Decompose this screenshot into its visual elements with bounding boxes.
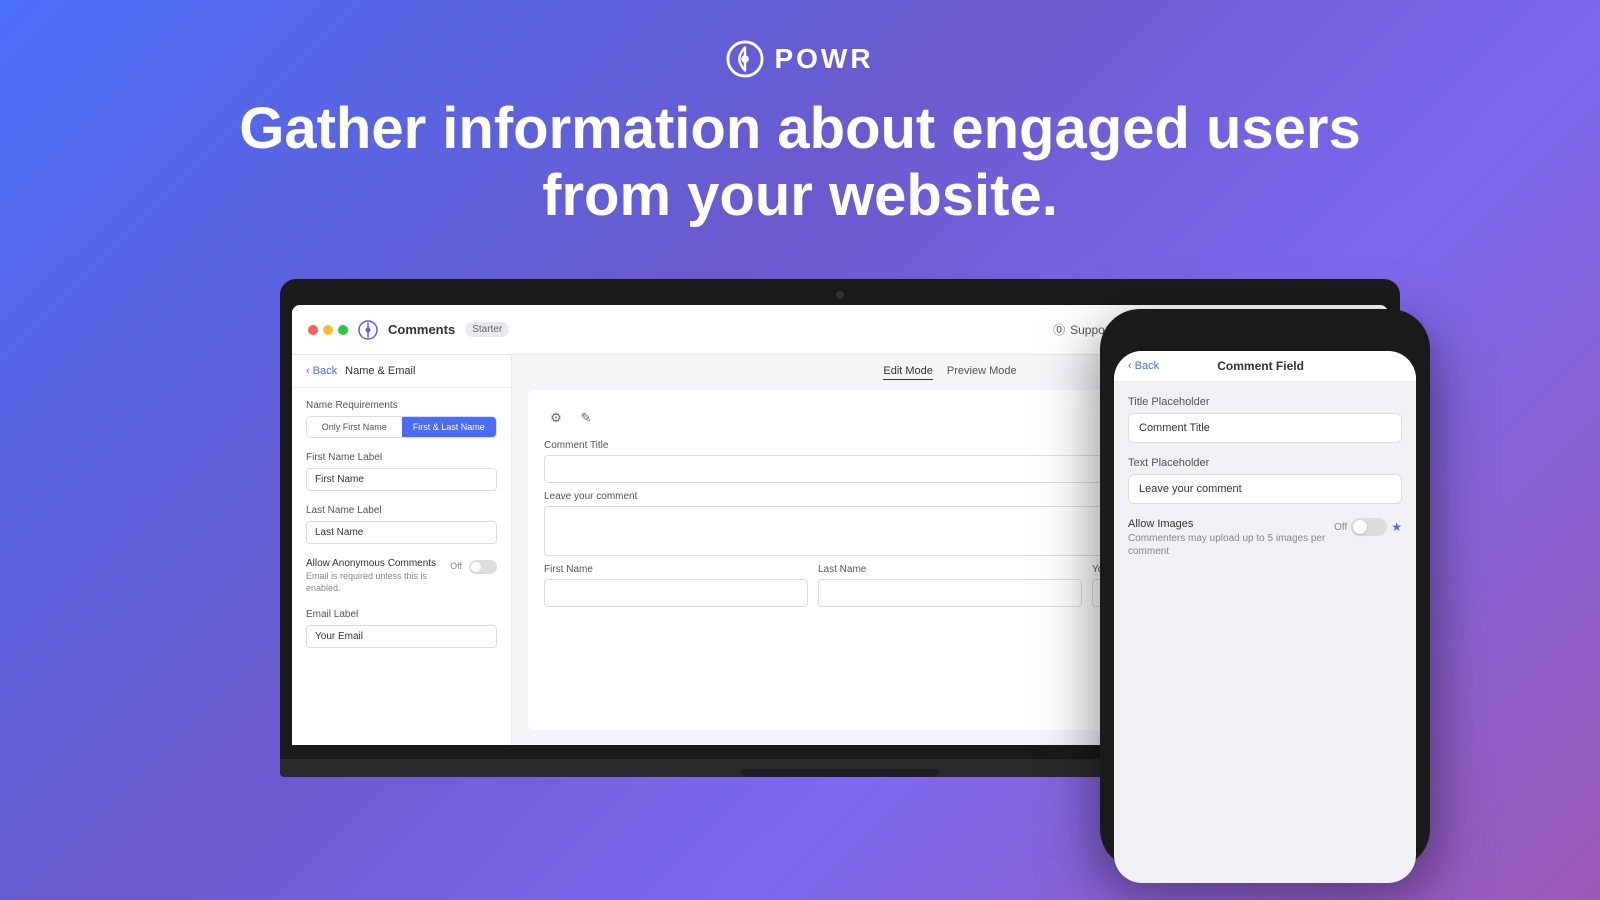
sidebar-content: Name Requirements Only First Name First … xyxy=(292,388,511,673)
logo: POWR xyxy=(0,40,1600,78)
headline: Gather information about engaged users f… xyxy=(200,96,1400,229)
tl-red xyxy=(308,325,318,335)
last-name-input[interactable] xyxy=(306,521,497,544)
header: POWR Gather information about engaged us… xyxy=(0,0,1600,249)
email-field-label: Email Label xyxy=(306,609,497,620)
fn-col-input[interactable] xyxy=(544,579,808,607)
phone-section-title: Comment Field xyxy=(1217,359,1304,373)
phone-allow-images-group: Allow Images Commenters may upload up to… xyxy=(1128,518,1402,558)
last-name-col: Last Name xyxy=(818,564,1082,615)
phone-star-icon: ★ xyxy=(1391,520,1402,534)
email-input[interactable] xyxy=(306,625,497,648)
phone-content: Title Placeholder Text Placeholder Allow… xyxy=(1114,382,1416,586)
back-chevron-icon: ‹ xyxy=(306,365,310,377)
phone-toggle-right: Off ★ xyxy=(1334,518,1402,536)
support-icon: ⓪ xyxy=(1053,321,1065,338)
phone-allow-images-sublabel: Commenters may upload up to 5 images per… xyxy=(1128,532,1334,558)
phone-device: ‹ Back Comment Field Title Placeholder T… xyxy=(1100,309,1430,869)
powr-icon xyxy=(726,40,764,78)
name-requirements-group: Name Requirements Only First Name First … xyxy=(306,400,497,438)
anonymous-toggle[interactable] xyxy=(469,560,497,574)
allow-anonymous-sublabel: Email is required unless this is enabled… xyxy=(306,571,442,594)
devices-container: Comments Starter ⓪ Support ⤴ Pu xyxy=(200,279,1400,799)
titlebar-left: Comments Starter xyxy=(308,320,509,340)
last-name-field-label: Last Name Label xyxy=(306,505,497,516)
anonymous-off-label: Off xyxy=(450,561,462,571)
phone-header: ‹ Back Comment Field xyxy=(1114,351,1416,382)
headline-line2: from your website. xyxy=(542,163,1058,228)
ln-col-input[interactable] xyxy=(818,579,1082,607)
edit-mode-tab[interactable]: Edit Mode xyxy=(883,365,933,380)
allow-anonymous-label: Allow Anonymous Comments xyxy=(306,558,442,569)
laptop-camera xyxy=(836,291,844,299)
sidebar-header: ‹ Back Name & Email xyxy=(292,355,511,388)
first-name-label-group: First Name Label xyxy=(306,452,497,491)
settings-gear-icon[interactable]: ⚙ xyxy=(544,406,568,430)
phone-allow-images-labels: Allow Images Commenters may upload up to… xyxy=(1128,518,1334,558)
first-name-input[interactable] xyxy=(306,468,497,491)
phone-images-toggle[interactable] xyxy=(1351,518,1387,536)
last-name-label-group: Last Name Label xyxy=(306,505,497,544)
traffic-lights xyxy=(308,325,348,335)
starter-badge: Starter xyxy=(465,322,509,337)
allow-anonymous-label-group: Allow Anonymous Comments Email is requir… xyxy=(306,558,442,594)
phone-back-chevron: ‹ xyxy=(1128,360,1132,372)
first-name-field-label: First Name Label xyxy=(306,452,497,463)
phone-text-placeholder-group: Text Placeholder xyxy=(1128,457,1402,504)
phone-back-link[interactable]: ‹ Back xyxy=(1128,360,1159,372)
app-title: Comments xyxy=(388,322,455,337)
app-sidebar: ‹ Back Name & Email Name Requirements xyxy=(292,355,512,745)
phone-screen: ‹ Back Comment Field Title Placeholder T… xyxy=(1114,351,1416,883)
first-last-btn[interactable]: First & Last Name xyxy=(402,417,497,437)
phone-title-input[interactable] xyxy=(1128,413,1402,443)
name-requirements-label: Name Requirements xyxy=(306,400,497,411)
brand-name: POWR xyxy=(774,43,873,75)
email-label-group: Email Label xyxy=(306,609,497,648)
phone-off-label: Off xyxy=(1334,522,1347,533)
phone-text-placeholder-label: Text Placeholder xyxy=(1128,457,1402,469)
first-name-col: First Name xyxy=(544,564,808,615)
phone-text-input[interactable] xyxy=(1128,474,1402,504)
headline-line1: Gather information about engaged users xyxy=(239,96,1360,161)
sidebar-section-title: Name & Email xyxy=(345,365,415,377)
name-toggle-group: Only First Name First & Last Name xyxy=(306,416,497,438)
back-link[interactable]: ‹ Back xyxy=(306,365,337,377)
phone-title-placeholder-label: Title Placeholder xyxy=(1128,396,1402,408)
allow-anonymous-row: Allow Anonymous Comments Email is requir… xyxy=(306,558,497,594)
phone-allow-images-label: Allow Images xyxy=(1128,518,1334,530)
phone-title-placeholder-group: Title Placeholder xyxy=(1128,396,1402,443)
fn-col-label: First Name xyxy=(544,564,808,575)
tl-yellow xyxy=(323,325,333,335)
edit-pencil-icon[interactable]: ✎ xyxy=(574,406,598,430)
preview-mode-tab[interactable]: Preview Mode xyxy=(947,365,1017,380)
tl-green xyxy=(338,325,348,335)
ln-col-label: Last Name xyxy=(818,564,1082,575)
phone-allow-images-row: Allow Images Commenters may upload up to… xyxy=(1128,518,1402,558)
phone-notch xyxy=(1205,323,1325,345)
only-first-btn[interactable]: Only First Name xyxy=(307,417,402,437)
app-powr-icon xyxy=(358,320,378,340)
allow-anonymous-group: Allow Anonymous Comments Email is requir… xyxy=(306,558,497,594)
